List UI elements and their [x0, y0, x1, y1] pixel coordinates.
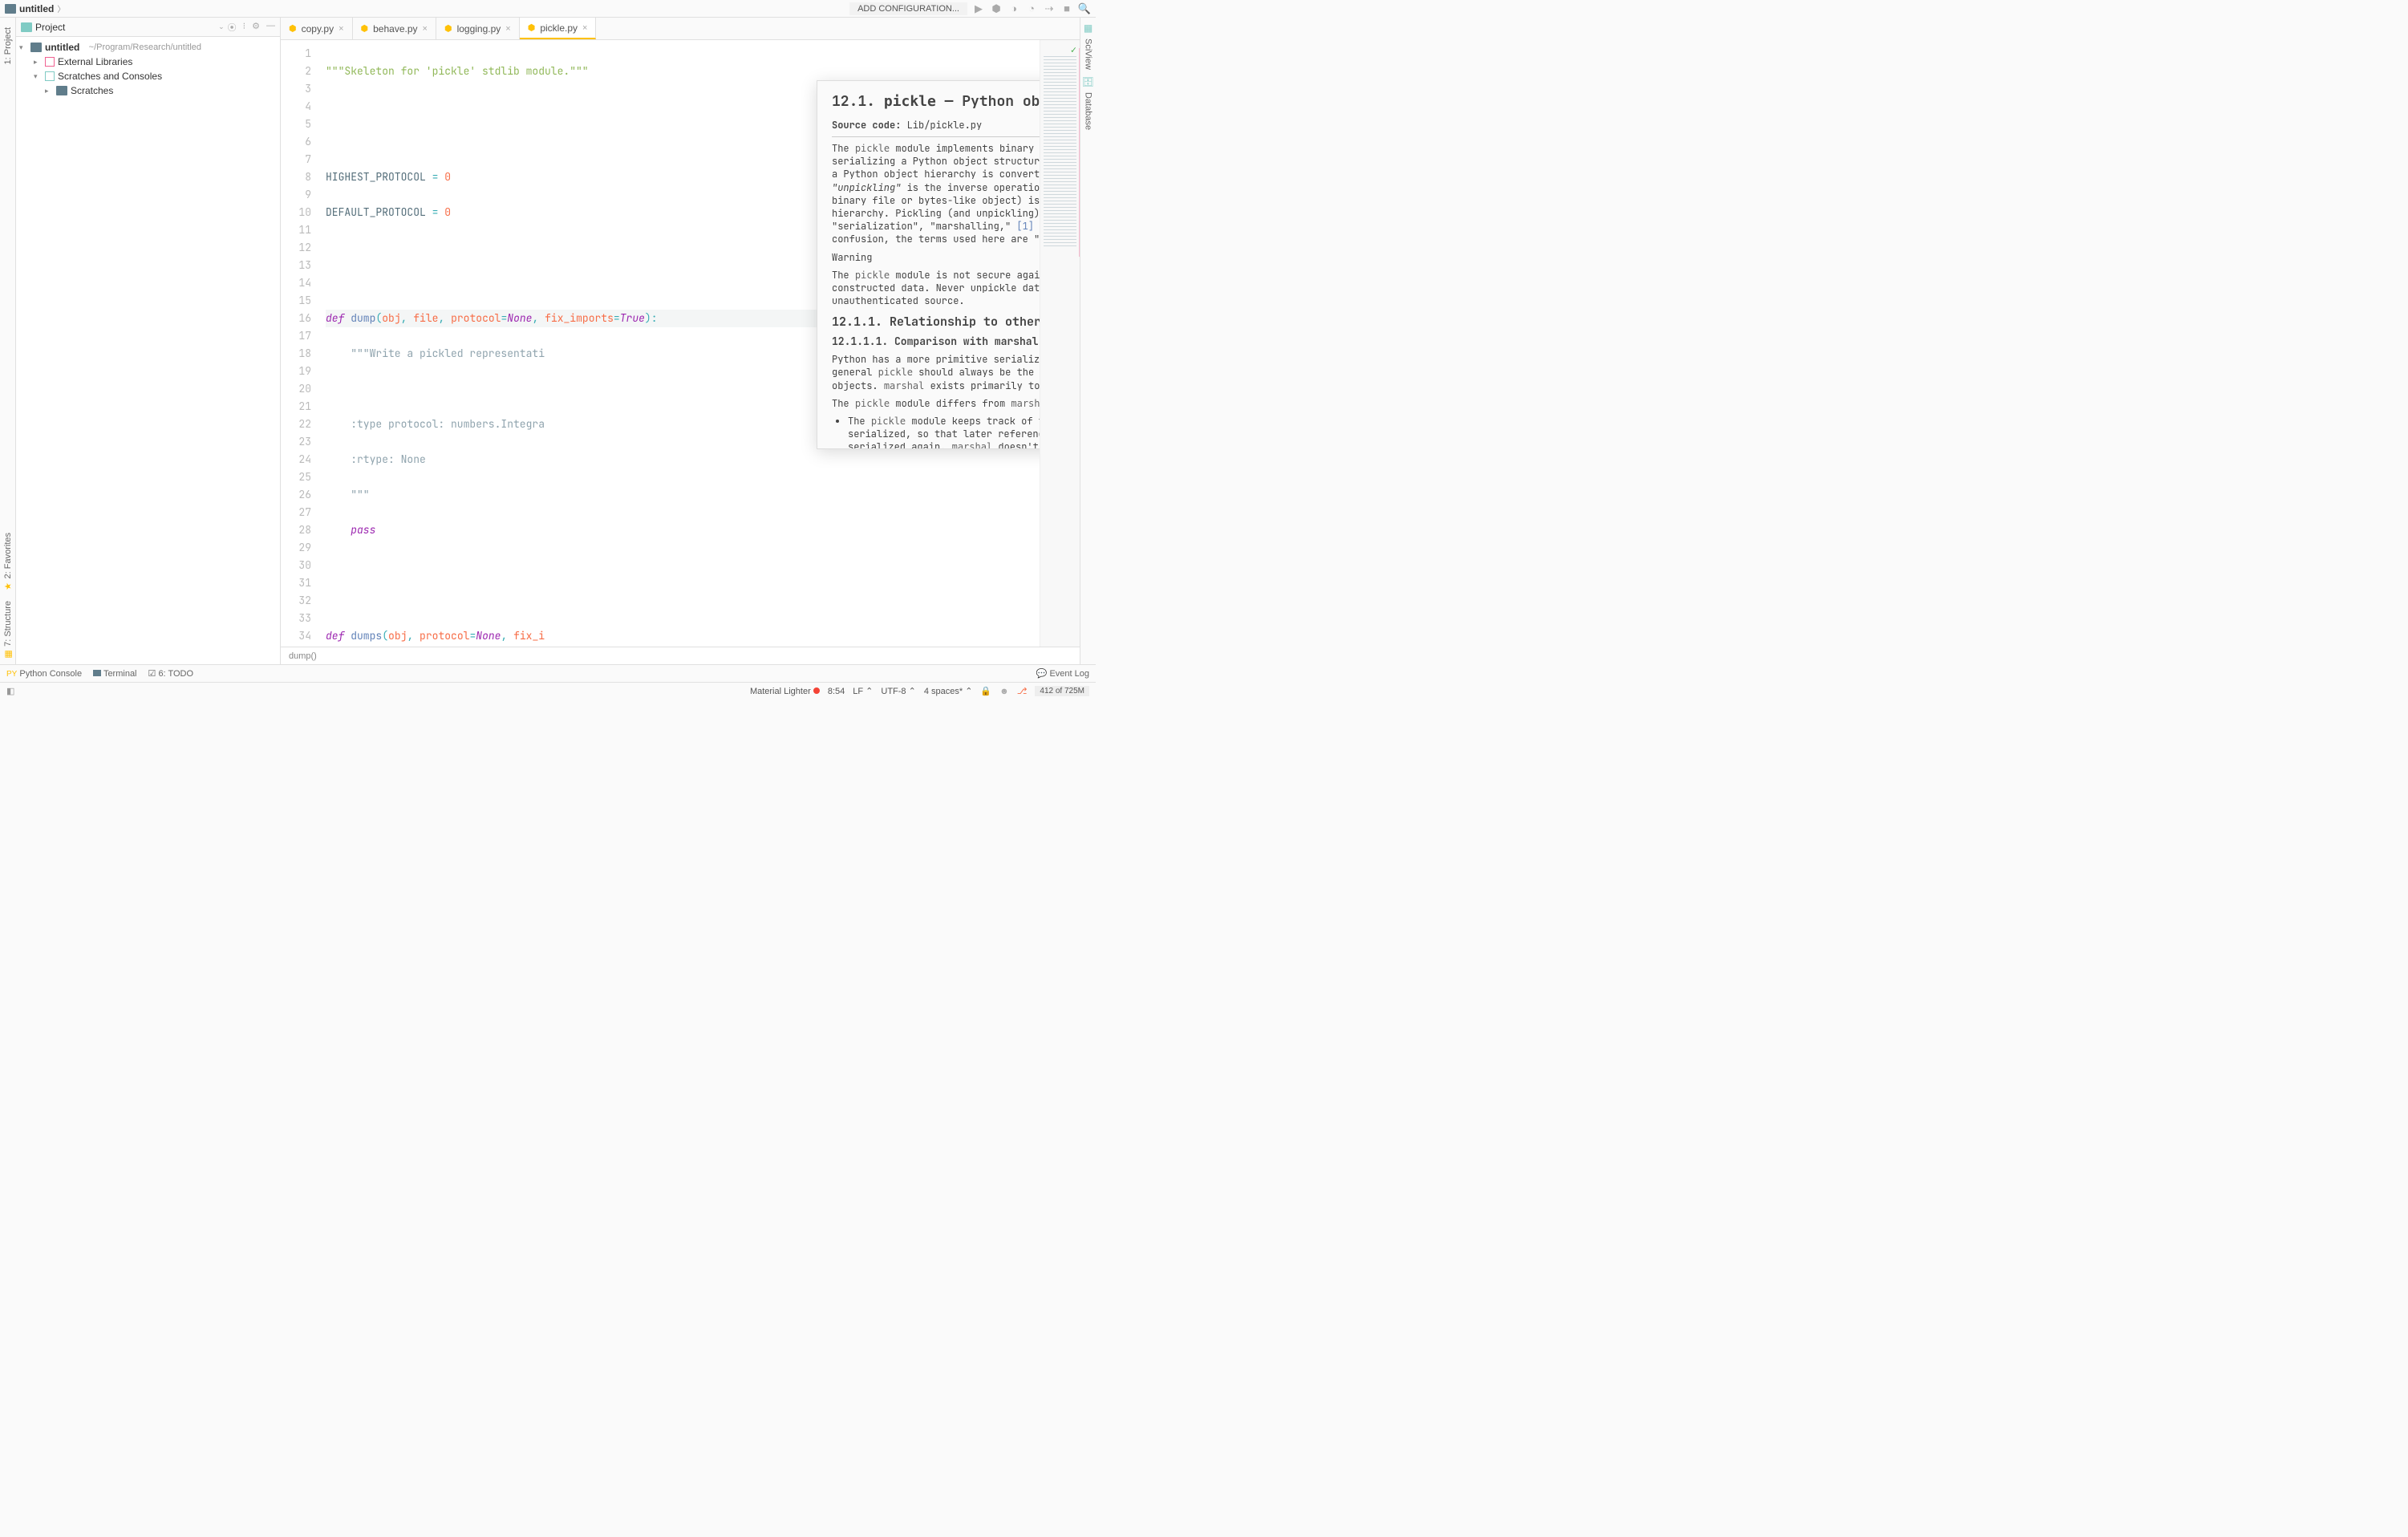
red-dot-icon — [813, 687, 820, 694]
target-icon[interactable]: ⦿ — [228, 21, 237, 34]
stop-icon[interactable]: ■ — [1060, 2, 1073, 15]
tab-pickle-py[interactable]: ⬢pickle.py× — [520, 18, 597, 39]
tree-root-name: untitled — [45, 42, 79, 53]
close-icon[interactable]: × — [505, 24, 510, 34]
chevron-down-icon[interactable]: ▾ — [34, 72, 42, 81]
chevron-right-icon: 〉 — [57, 2, 65, 14]
python-icon: ⬢ — [444, 23, 452, 34]
collapse-icon[interactable]: ⁝ — [243, 21, 246, 34]
add-configuration-button[interactable]: ADD CONFIGURATION... — [849, 2, 967, 15]
library-icon — [45, 57, 55, 67]
rail-structure[interactable]: 7: Structure — [3, 601, 13, 659]
project-icon — [21, 22, 32, 32]
line-gutter[interactable]: 1234567891011121314151617181920212223242… — [281, 40, 318, 647]
folder-icon — [30, 43, 42, 52]
coverage-icon[interactable]: ◑ — [1007, 2, 1020, 15]
tree-root[interactable]: ▾ untitled ~/Program/Research/untitled — [16, 40, 280, 55]
project-panel: Project ⌄ ⦿ ⁝ ⚙ — ▾ untitled ~/Program/R… — [16, 18, 281, 664]
tree-scratches[interactable]: ▸ Scratches — [16, 83, 280, 98]
database-icon: 🗄 — [1082, 76, 1094, 87]
right-tool-rail: ▦ SciView 🗄 Database — [1080, 18, 1096, 664]
tree-root-path: ~/Program/Research/untitled — [89, 43, 201, 52]
tree-scratches-consoles[interactable]: ▾ Scratches and Consoles — [16, 69, 280, 83]
close-icon[interactable]: × — [582, 23, 587, 33]
status-encoding[interactable]: UTF-8 ⌃ — [881, 686, 915, 696]
editor-breadcrumb[interactable]: dump() — [289, 651, 317, 661]
rail-project[interactable]: 1: Project — [3, 27, 13, 64]
python-icon: ⬢ — [289, 23, 297, 34]
tab-logging-py[interactable]: ⬢logging.py× — [436, 18, 520, 39]
status-line-separator[interactable]: LF ⌃ — [853, 686, 873, 696]
git-icon[interactable]: ⎇ — [1017, 686, 1028, 696]
status-theme[interactable]: Material Lighter — [750, 687, 820, 696]
inspector-icon[interactable]: ☻ — [999, 687, 1009, 696]
tab-behave-py[interactable]: ⬢behave.py× — [353, 18, 436, 39]
tool-todo[interactable]: ☑ 6: TODO — [148, 668, 194, 679]
scratches-icon — [45, 71, 55, 81]
tool-python-console[interactable]: PY Python Console — [6, 669, 82, 679]
left-tool-rail: 1: Project 2: Favorites 7: Structure — [0, 18, 16, 664]
status-memory[interactable]: 412 of 725M — [1035, 686, 1089, 696]
status-windows-icon[interactable]: ◧ — [6, 686, 14, 696]
editor-tab-bar: ⬢copy.py× ⬢behave.py× ⬢logging.py× ⬢pick… — [281, 18, 1080, 40]
run-icon[interactable]: ▶ — [972, 2, 985, 15]
rail-favorites[interactable]: 2: Favorites — [3, 533, 13, 591]
attach-icon[interactable]: ⇢ — [1043, 2, 1056, 15]
search-icon[interactable]: 🔍 — [1078, 2, 1091, 15]
rail-sciview[interactable]: SciView — [1084, 39, 1093, 70]
editor-minimap[interactable]: ✓ — [1040, 40, 1080, 647]
debug-icon[interactable]: ⬢ — [990, 2, 1003, 15]
close-icon[interactable]: × — [338, 24, 343, 34]
tool-event-log[interactable]: 💬 Event Log — [1036, 668, 1089, 679]
project-panel-title[interactable]: Project — [35, 22, 215, 33]
inspection-ok-icon: ✓ — [1071, 43, 1076, 56]
folder-icon — [5, 4, 16, 14]
breadcrumb[interactable]: untitled 〉 — [5, 2, 65, 14]
chevron-right-icon[interactable]: ▸ — [34, 58, 42, 67]
sciview-icon: ▦ — [1084, 22, 1093, 34]
python-icon: ⬢ — [361, 23, 369, 34]
tab-copy-py[interactable]: ⬢copy.py× — [281, 18, 353, 39]
close-icon[interactable]: × — [423, 24, 428, 34]
tool-terminal[interactable]: Terminal — [93, 669, 136, 679]
folder-icon — [56, 86, 67, 95]
breadcrumb-project: untitled — [19, 3, 54, 14]
status-caret[interactable]: 8:54 — [828, 687, 845, 696]
gear-icon[interactable]: ⚙ — [252, 21, 260, 34]
chevron-down-icon[interactable]: ▾ — [19, 43, 27, 52]
chevron-down-icon[interactable]: ⌄ — [218, 22, 225, 31]
lock-icon[interactable]: 🔒 — [980, 686, 991, 696]
rail-database[interactable]: Database — [1084, 92, 1093, 130]
hide-icon[interactable]: — — [266, 21, 275, 34]
status-indent[interactable]: 4 spaces* ⌃ — [924, 686, 973, 696]
profile-icon[interactable]: ◔ — [1025, 2, 1038, 15]
chevron-right-icon[interactable]: ▸ — [45, 87, 53, 95]
python-icon: ⬢ — [528, 22, 536, 33]
tree-external-libs[interactable]: ▸ External Libraries — [16, 55, 280, 69]
